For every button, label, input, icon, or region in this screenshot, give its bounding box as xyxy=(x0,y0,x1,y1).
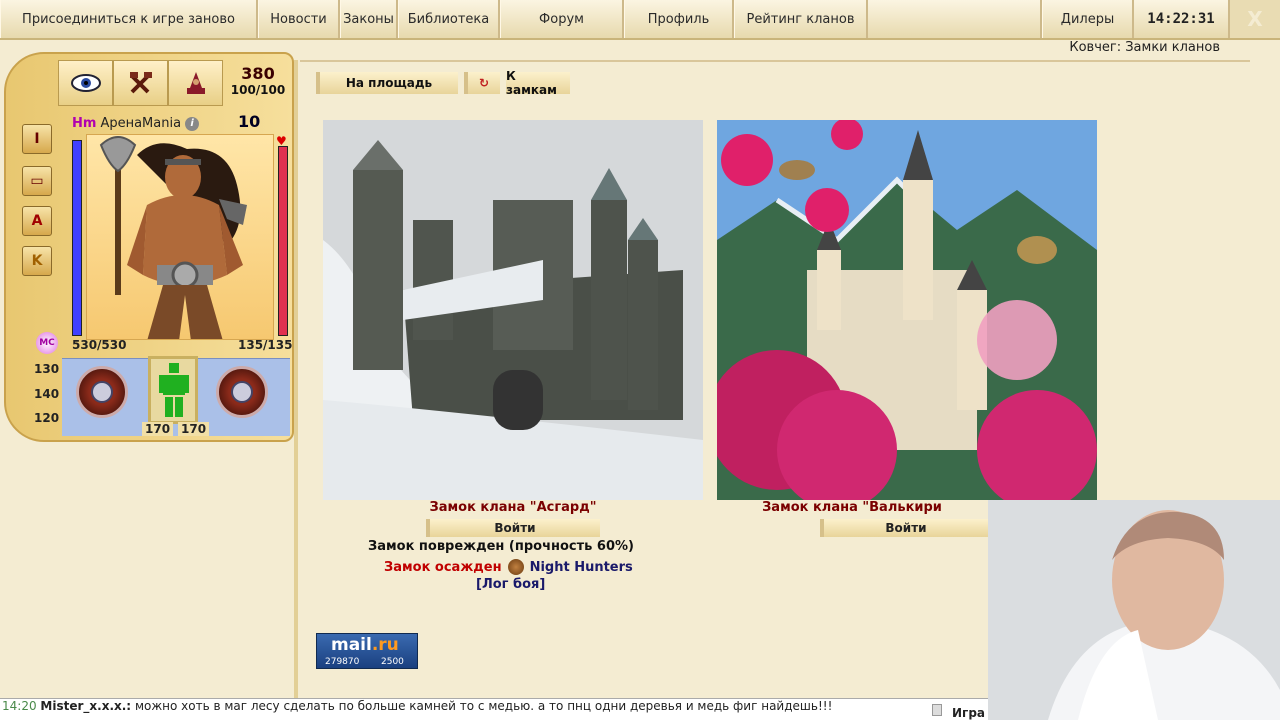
character-toolbar xyxy=(58,60,224,106)
besieger-clan-link[interactable]: Night Hunters xyxy=(530,560,633,575)
panel-divider xyxy=(294,60,298,700)
character-level: 10 xyxy=(238,112,261,131)
location-label: Ковчег: Замки кланов xyxy=(1069,40,1220,55)
side-num-1: 130 xyxy=(34,362,60,376)
enter-valkyrie-button[interactable]: Войти xyxy=(820,519,988,537)
nav-news[interactable]: Новости xyxy=(258,0,340,38)
mailru-logo: mail.ru xyxy=(331,635,399,655)
shield-right-icon[interactable] xyxy=(216,366,268,418)
nav-laws[interactable]: Законы xyxy=(340,0,398,38)
nav-clan-rating[interactable]: Рейтинг кланов xyxy=(734,0,868,38)
mailru-count-1: 279870 xyxy=(325,657,360,667)
nav-forum[interactable]: Форум xyxy=(500,0,624,38)
nav-dealers[interactable]: Дилеры xyxy=(1042,0,1134,38)
hp-bar xyxy=(72,140,82,336)
mana-bar xyxy=(278,146,288,336)
side-num-2: 140 xyxy=(34,387,60,401)
side-button-a[interactable]: A xyxy=(22,206,52,236)
mage-icon[interactable] xyxy=(168,60,223,106)
clan-emblem-icon xyxy=(507,559,524,575)
tools-icon[interactable] xyxy=(113,60,168,106)
hp-label: 530/530 xyxy=(72,338,127,352)
armor-figure-icon xyxy=(159,363,189,417)
character-portrait xyxy=(86,134,274,340)
enter-asgard-button[interactable]: Войти xyxy=(426,519,600,537)
mana-label: 135/135 xyxy=(238,338,293,352)
divider xyxy=(300,60,1250,62)
castle-valkyrie-image[interactable] xyxy=(717,120,1097,500)
battle-log-link[interactable]: [Лог боя] xyxy=(476,577,545,592)
eye-icon[interactable] xyxy=(58,60,113,106)
nav-profile[interactable]: Профиль xyxy=(624,0,734,38)
side-button-k[interactable]: K xyxy=(22,246,52,276)
mailru-counter[interactable]: mail.ru 279870 2500 xyxy=(316,633,418,669)
character-nick: ApeнaMania xyxy=(100,116,182,131)
nav-library[interactable]: Библиотека xyxy=(398,0,500,38)
armor-slot[interactable] xyxy=(148,356,198,424)
shield-left-icon[interactable] xyxy=(76,366,128,418)
mailru-count-2: 2500 xyxy=(381,657,404,667)
castle-asgard-image[interactable] xyxy=(323,120,703,500)
character-name: Hm ApeнaMania i xyxy=(72,116,200,131)
nav-spacer xyxy=(868,0,1042,38)
side-button-2[interactable]: ▭ xyxy=(22,166,52,196)
info-icon[interactable]: i xyxy=(185,116,200,131)
character-stats: 380 100/100 xyxy=(228,64,288,97)
stat-top-value: 380 xyxy=(241,64,275,83)
top-navigation: Присоединиться к игре заново Новости Зак… xyxy=(0,0,1280,40)
to-square-button[interactable]: На площадь xyxy=(316,72,458,94)
besieged-label: Замок осажден xyxy=(384,559,502,575)
clan-tag[interactable]: Hm xyxy=(72,116,96,131)
chat-time: 14:20 xyxy=(2,699,37,713)
navigation-crumbs: На площадь ↻ К замкам xyxy=(316,69,570,97)
server-clock: 14:22:31 xyxy=(1134,0,1230,38)
castle-asgard-title: Замок клана "Асгард" xyxy=(429,500,597,515)
webcam-overlay xyxy=(988,500,1280,720)
close-button[interactable]: X xyxy=(1230,0,1280,38)
chat-line: 14:20 Mister_x.x.x.: можно хоть в маг ле… xyxy=(0,698,990,720)
refresh-icon[interactable]: ↻ xyxy=(464,72,500,94)
chat-tab-game[interactable]: Игра xyxy=(952,706,985,720)
armor-value-left: 170 xyxy=(142,422,174,436)
to-castles-button[interactable]: К замкам xyxy=(506,69,570,97)
mc-badge[interactable]: MC xyxy=(36,332,58,354)
side-button-1[interactable]: Ⅰ xyxy=(22,124,52,154)
chat-nick[interactable]: Mister_x.x.x.: xyxy=(40,699,131,713)
armor-value-right: 170 xyxy=(178,422,210,436)
chat-scroll-handle[interactable] xyxy=(932,704,942,716)
nav-join-again[interactable]: Присоединиться к игре заново xyxy=(0,0,258,38)
castle-siege-status: Замок осажден Night Hunters xyxy=(384,559,633,575)
stat-ratio: 100/100 xyxy=(230,83,286,97)
castle-damage-status: Замок поврежден (прочность 60%) xyxy=(368,539,634,554)
castle-valkyrie-title: Замок клана "Валькири xyxy=(762,500,942,515)
chat-message: можно хоть в маг лесу сделать по больше … xyxy=(134,699,833,713)
side-num-3: 120 xyxy=(34,411,60,425)
